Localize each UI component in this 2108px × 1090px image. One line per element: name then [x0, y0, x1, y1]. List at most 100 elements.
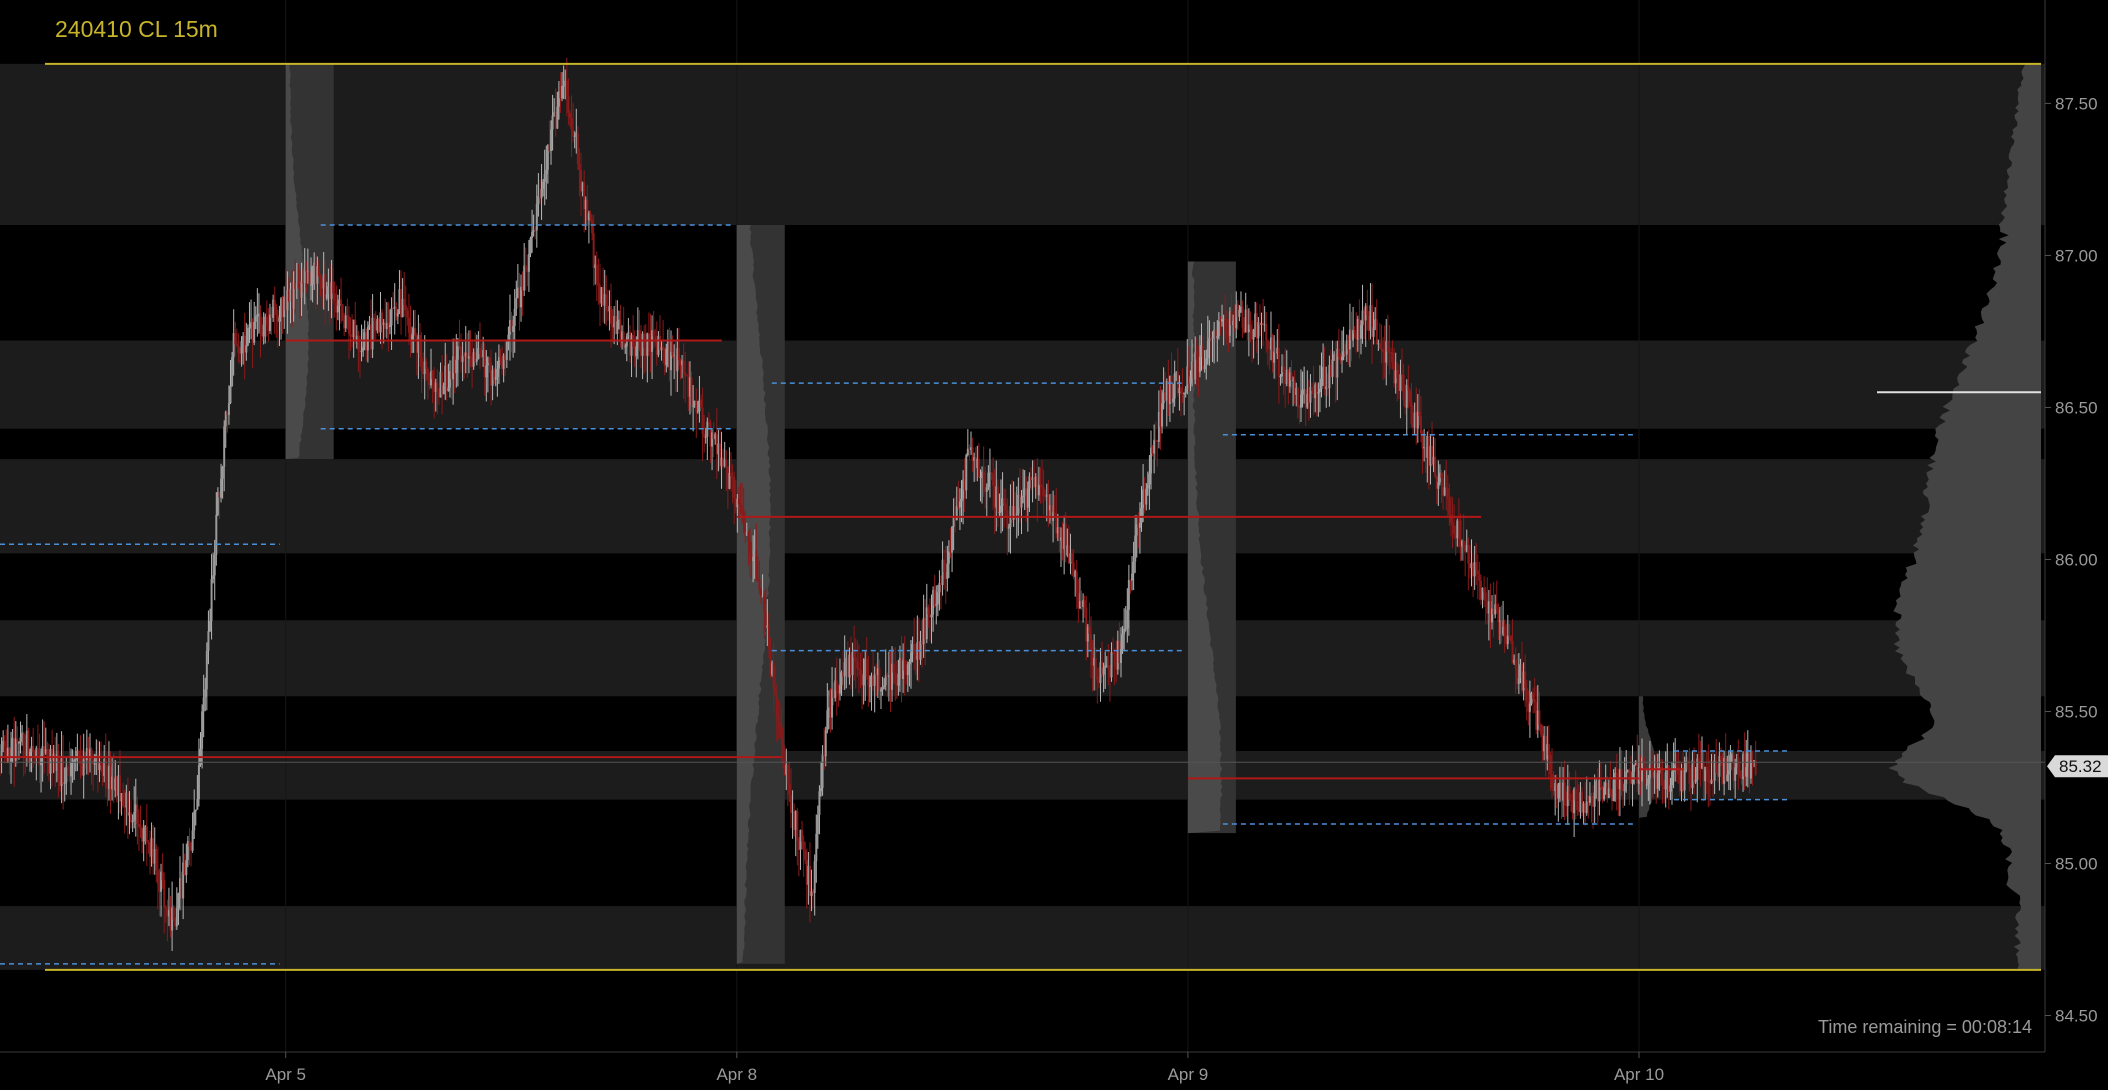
candle-body-728 [1148, 473, 1151, 485]
candle-body-219 [344, 315, 347, 329]
candle-body-175 [275, 306, 278, 315]
candle-body-579 [913, 644, 916, 656]
candle-body-248 [390, 307, 393, 326]
price-tick-label-6: 87.50 [2055, 94, 2098, 113]
candle-body-991 [1563, 782, 1566, 806]
candle-body-197 [310, 284, 313, 286]
candle-body-362 [570, 117, 573, 131]
candle-body-387 [610, 306, 613, 325]
candle-body-955 [1506, 635, 1509, 644]
candle-body-474 [747, 531, 750, 542]
candle-body-647 [1020, 496, 1023, 508]
candle-body-713 [1124, 628, 1127, 630]
candle-body-748 [1179, 387, 1182, 392]
candle-body-289 [455, 359, 458, 374]
candle-body-625 [985, 487, 988, 492]
candle-body-727 [1146, 484, 1149, 489]
candle-body-887 [1399, 374, 1402, 391]
candle-body-901 [1421, 433, 1424, 449]
candle-body-128 [201, 711, 204, 749]
candle-body-710 [1119, 648, 1122, 664]
candle-body-930 [1467, 544, 1470, 564]
candle-body-1042 [1644, 762, 1647, 786]
candle-body-777 [1225, 330, 1228, 336]
time-remaining-label: Time remaining = [1818, 1017, 1962, 1037]
candle-body-668 [1053, 512, 1056, 516]
candle-body-523 [824, 730, 827, 757]
candle-body-42 [65, 766, 68, 783]
candle-body-975 [1538, 710, 1541, 725]
candle-body-340 [535, 203, 538, 231]
candle-body-632 [996, 486, 999, 513]
candle-body-889 [1402, 374, 1405, 401]
candle-body-719 [1134, 535, 1137, 562]
candle-body-603 [951, 526, 954, 553]
candle-body-490 [772, 662, 775, 687]
date-tick-label-2: Apr 9 [1168, 1065, 1209, 1084]
candle-body-105 [164, 907, 167, 909]
candle-body-191 [300, 281, 303, 298]
candle-body-818 [1290, 372, 1293, 381]
candle-body-252 [396, 312, 399, 317]
candle-body-763 [1203, 365, 1206, 370]
candle-body-802 [1265, 324, 1268, 341]
candle-body-212 [333, 293, 336, 301]
candle-body-189 [297, 283, 300, 289]
candle-body-113 [177, 893, 180, 909]
candle-body-133 [208, 621, 211, 632]
candle-body-284 [447, 387, 450, 391]
candle-body-1 [0, 744, 3, 759]
candle-body-479 [755, 550, 758, 579]
candle-body-1053 [1661, 768, 1664, 786]
candle-body-415 [654, 336, 657, 340]
candle-body-1020 [1609, 788, 1612, 794]
candle-body-876 [1382, 348, 1385, 353]
candle-body-899 [1418, 411, 1421, 417]
candle-body-682 [1075, 571, 1078, 594]
candle-body-1102 [1738, 770, 1741, 777]
candle-body-500 [788, 784, 791, 795]
candle-body-37 [57, 754, 60, 781]
candle-body-395 [622, 331, 625, 348]
candle-body-142 [223, 426, 226, 467]
candle-body-957 [1509, 636, 1512, 642]
candle-body-573 [903, 660, 906, 671]
candle-body-438 [690, 377, 693, 407]
price-chart[interactable]: 84.50 85.00 85.50 86.00 86.50 87.00 87.50 Apr … [0, 0, 2108, 1090]
candle-body-496 [782, 739, 785, 763]
candle-body-202 [317, 266, 320, 277]
candle-body-198 [311, 266, 314, 285]
candle-body-162 [254, 316, 257, 322]
candle-body-367 [578, 164, 581, 171]
candle-body-690 [1088, 626, 1091, 634]
candle-body-177 [278, 317, 281, 322]
candle-body-141 [221, 466, 224, 479]
candle-body-53 [82, 758, 85, 776]
candle-body-379 [597, 282, 600, 286]
candle-body-718 [1132, 561, 1135, 574]
candle-body-237 [373, 317, 376, 322]
candle-body-960 [1514, 659, 1517, 669]
candle-body-547 [862, 674, 865, 686]
candle-body-702 [1107, 665, 1110, 670]
candle-body-882 [1391, 352, 1394, 363]
candle-body-909 [1434, 456, 1437, 477]
candle-body-885 [1396, 370, 1399, 379]
candle-body-981 [1547, 744, 1550, 756]
candle-body-695 [1096, 676, 1099, 681]
candle-body-174 [273, 299, 276, 307]
candle-body-360 [567, 95, 570, 114]
candle-body-493 [777, 718, 780, 723]
candle-body-1050 [1656, 773, 1659, 789]
candle-body-771 [1216, 336, 1219, 339]
candle-body-651 [1026, 488, 1029, 508]
candle-body-999 [1576, 800, 1579, 811]
candle-body-1070 [1688, 768, 1691, 784]
candle-body-43 [66, 766, 69, 769]
candle-body-679 [1071, 553, 1074, 563]
candle-body-940 [1483, 587, 1486, 593]
band-3 [0, 620, 2045, 697]
candle-body-216 [340, 299, 343, 305]
candle-body-953 [1503, 626, 1506, 637]
candle-body-376 [592, 233, 595, 268]
